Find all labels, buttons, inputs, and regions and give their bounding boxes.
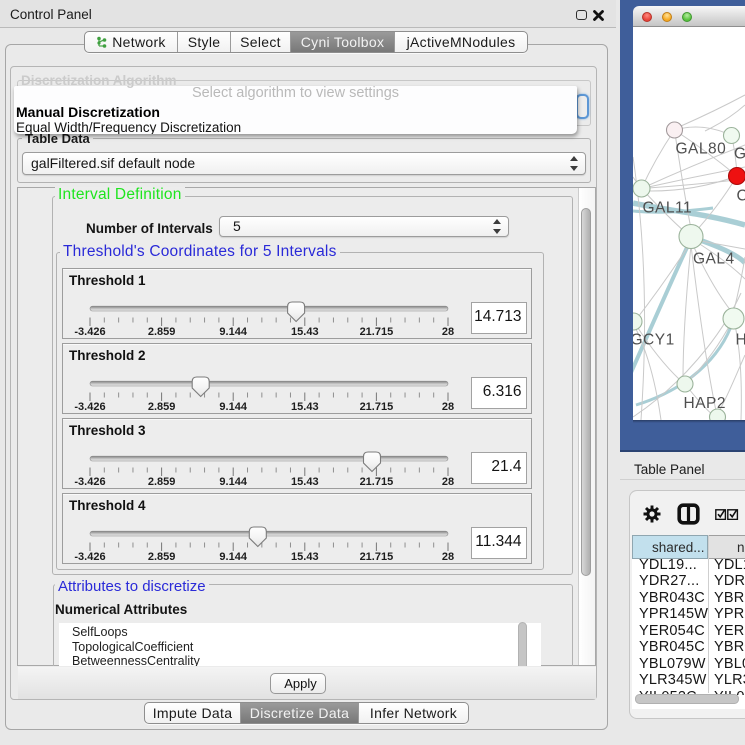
svg-text:2.859: 2.859	[148, 476, 176, 488]
svg-text:21.715: 21.715	[360, 476, 394, 488]
svg-text:28: 28	[442, 401, 454, 413]
svg-text:-3.426: -3.426	[74, 326, 105, 338]
svg-text:28: 28	[442, 551, 454, 563]
svg-text:21.715: 21.715	[360, 401, 394, 413]
svg-text:15.43: 15.43	[291, 551, 319, 563]
svg-text:9.144: 9.144	[219, 326, 247, 338]
svg-text:9.144: 9.144	[219, 476, 247, 488]
svg-text:C: C	[737, 188, 745, 205]
svg-text:28: 28	[442, 326, 454, 338]
svg-text:2.859: 2.859	[148, 401, 176, 413]
svg-text:15.43: 15.43	[291, 476, 319, 488]
svg-text:28: 28	[442, 476, 454, 488]
svg-text:GAL4: GAL4	[693, 251, 735, 268]
svg-text:GCY1: GCY1	[633, 332, 675, 349]
svg-text:H: H	[736, 332, 745, 349]
svg-text:HAP2: HAP2	[684, 395, 727, 412]
svg-text:9.144: 9.144	[219, 551, 247, 563]
svg-text:-3.426: -3.426	[74, 551, 105, 563]
svg-text:-3.426: -3.426	[74, 401, 105, 413]
svg-text:15.43: 15.43	[291, 326, 319, 338]
svg-text:21.715: 21.715	[360, 326, 394, 338]
svg-text:21.715: 21.715	[360, 551, 394, 563]
svg-text:GAL11: GAL11	[643, 200, 693, 217]
svg-text:2.859: 2.859	[148, 551, 176, 563]
svg-text:9.144: 9.144	[219, 401, 247, 413]
svg-text:15.43: 15.43	[291, 401, 319, 413]
svg-text:2.859: 2.859	[148, 326, 176, 338]
svg-text:GAL80: GAL80	[676, 141, 727, 158]
svg-text:GA: GA	[734, 146, 745, 163]
svg-text:-3.426: -3.426	[74, 476, 105, 488]
